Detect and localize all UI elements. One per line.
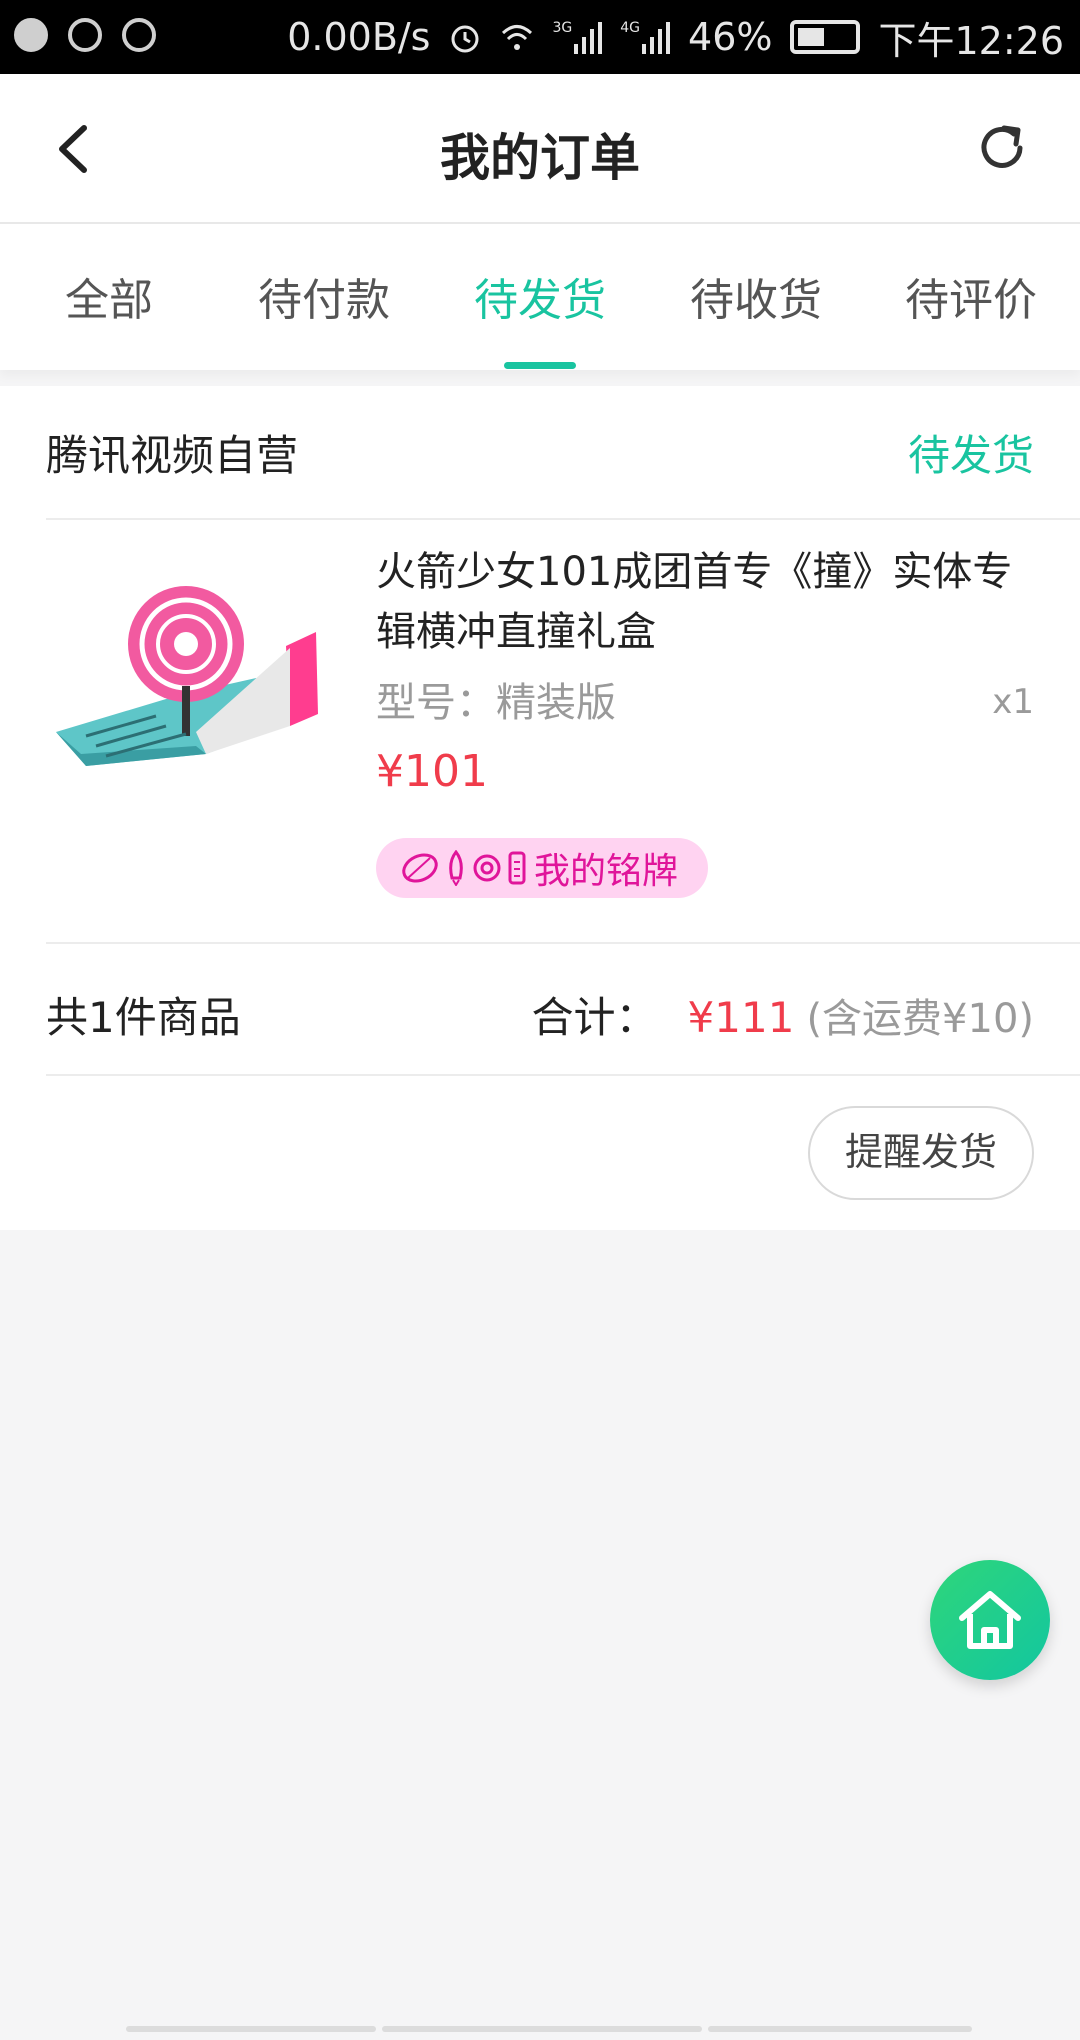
tab-pending-shipment[interactable]: 待发货	[440, 264, 640, 328]
tab-pending-payment[interactable]: 待付款	[224, 264, 424, 328]
home-icon	[959, 1591, 1021, 1649]
nameplate-badge[interactable]: 我的铭牌	[376, 838, 708, 898]
order-status-label: 待发货	[907, 431, 1034, 480]
order-card[interactable]: 腾讯视频自营 待发货 火箭少女101成团首专《撞》实体专辑横冲直撞礼盒 型号：精…	[0, 386, 1080, 1230]
network-4g-label: 4G	[620, 20, 641, 36]
bottom-scroll-indicator	[126, 2026, 972, 2032]
item-count: 共1件商品	[46, 993, 241, 1042]
shipping-fee: (含运费¥10)	[806, 996, 1034, 1042]
net-speed: 0.00B/s	[287, 15, 431, 59]
home-button[interactable]	[930, 1560, 1050, 1680]
battery-percent: 46%	[688, 15, 773, 59]
product-spec: 型号：精装版	[376, 680, 616, 726]
product-quantity: x1	[992, 682, 1034, 722]
active-tab-indicator	[504, 362, 576, 369]
notification-icon	[68, 18, 102, 52]
target-icon	[473, 854, 501, 882]
tag-icon	[508, 851, 526, 885]
shop-name: 腾讯视频自营	[46, 431, 299, 480]
clock: 下午12:26	[878, 18, 1064, 63]
order-total: 合计： ¥111 (含运费¥10)	[532, 984, 1034, 1045]
product-title[interactable]: 火箭少女101成团首专《撞》实体专辑横冲直撞礼盒	[376, 542, 1036, 662]
status-bar: 0.00B/s 3G 4G 46% 下午12:26	[0, 0, 1080, 74]
order-status-tabs: 全部 待付款 待发货 待收货 待评价	[0, 224, 1080, 370]
rocket-icon	[449, 850, 463, 886]
feather-icon	[402, 853, 438, 883]
total-label: 合计：	[531, 993, 658, 1042]
divider	[46, 1074, 1080, 1076]
wifi-icon	[502, 25, 533, 50]
total-amount: ¥111	[687, 993, 795, 1042]
notification-icon	[14, 18, 48, 52]
refresh-icon[interactable]	[974, 120, 1030, 176]
remind-shipment-button[interactable]: 提醒发货	[808, 1106, 1034, 1200]
battery-icon	[790, 20, 861, 54]
notification-icon	[122, 18, 156, 52]
product-price: ¥101	[376, 746, 488, 797]
tab-pending-receipt[interactable]: 待收货	[656, 264, 856, 328]
notification-icons	[14, 18, 156, 52]
top-nav-bar: 我的订单	[0, 74, 1080, 224]
signal-icon	[574, 22, 603, 54]
badge-label: 我的铭牌	[534, 851, 679, 892]
alarm-icon	[451, 25, 479, 53]
divider	[46, 518, 1080, 520]
signal-icon	[642, 22, 671, 54]
scroll-segment	[126, 2026, 376, 2032]
product-image[interactable]	[46, 536, 326, 836]
scroll-segment	[708, 2026, 972, 2032]
page-title: 我的订单	[440, 129, 640, 187]
tab-all[interactable]: 全部	[9, 264, 209, 328]
tab-pending-review[interactable]: 待评价	[871, 264, 1071, 328]
divider	[46, 942, 1080, 944]
scroll-segment	[382, 2026, 702, 2032]
network-3g-label: 3G	[552, 20, 573, 36]
